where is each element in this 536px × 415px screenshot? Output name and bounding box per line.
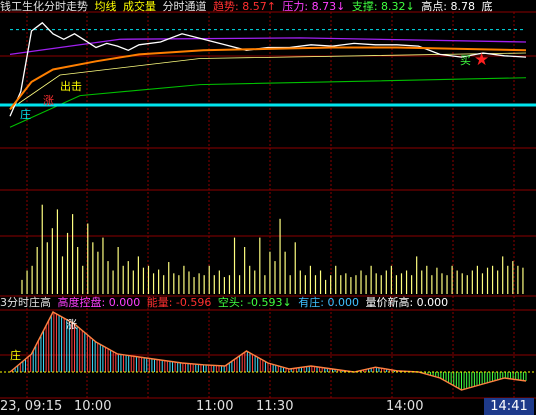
- tag-zhuang: 庄: [20, 108, 31, 121]
- main-chart-header: 钱工生化分时走势 均线 成交量 分时通道 趋势: 8.57↑ 压力: 8.73↓…: [0, 0, 495, 14]
- sub-indicator-bars: [0, 311, 536, 391]
- time-label-1100: 11:00: [196, 399, 234, 414]
- header-tail: 底: [481, 0, 493, 13]
- control-value: 高度控盘: 0.000: [57, 296, 141, 309]
- tag-chuji: 出击: [60, 80, 82, 93]
- avg-line-label: 均线: [94, 0, 117, 13]
- trend-value: 趋势: 8.57↑: [213, 0, 276, 13]
- intraday-chart-window: 钱工生化分时走势 均线 成交量 分时通道 趋势: 8.57↑ 压力: 8.73↓…: [0, 0, 536, 415]
- channel-label: 分时通道: [162, 0, 207, 13]
- tag-mai: 买: [460, 54, 471, 67]
- pressure-value: 压力: 8.73↓: [282, 0, 346, 13]
- short-value: 空头: -0.593↓: [217, 296, 292, 309]
- high-value: 高点: 8.78: [421, 0, 475, 13]
- time-label-first: 23, 09:15: [0, 399, 63, 414]
- time-label-1130: 11:30: [256, 399, 294, 414]
- energy-value: 能量: -0.596: [146, 296, 212, 309]
- new-high-value: 量价新高: 0.000: [365, 296, 449, 309]
- time-label-1400: 14:00: [386, 399, 424, 414]
- tag-sub-zhuang: 庄: [10, 349, 21, 362]
- sub-title: 3分时庄高: [0, 296, 51, 309]
- star-icon: ★: [474, 50, 490, 70]
- sub-chart-header: 3分时庄高 高度控盘: 0.000 能量: -0.596 空头: -0.593↓…: [0, 296, 451, 310]
- chart-grid: [0, 11, 536, 399]
- tag-zhang-main: 涨: [43, 94, 54, 107]
- tag-sub-zhang: 涨: [66, 318, 77, 331]
- time-label-1000: 10:00: [74, 399, 112, 414]
- cursor-time-label: 14:41: [484, 398, 534, 415]
- banker-value: 有庄: 0.000: [298, 296, 359, 309]
- volume-bars: [21, 204, 524, 294]
- chart-canvas: [0, 11, 536, 399]
- main-title: 钱工生化分时走势: [0, 0, 88, 13]
- volume-label: 成交量: [123, 0, 156, 13]
- support-value: 支撑: 8.32↓: [351, 0, 415, 13]
